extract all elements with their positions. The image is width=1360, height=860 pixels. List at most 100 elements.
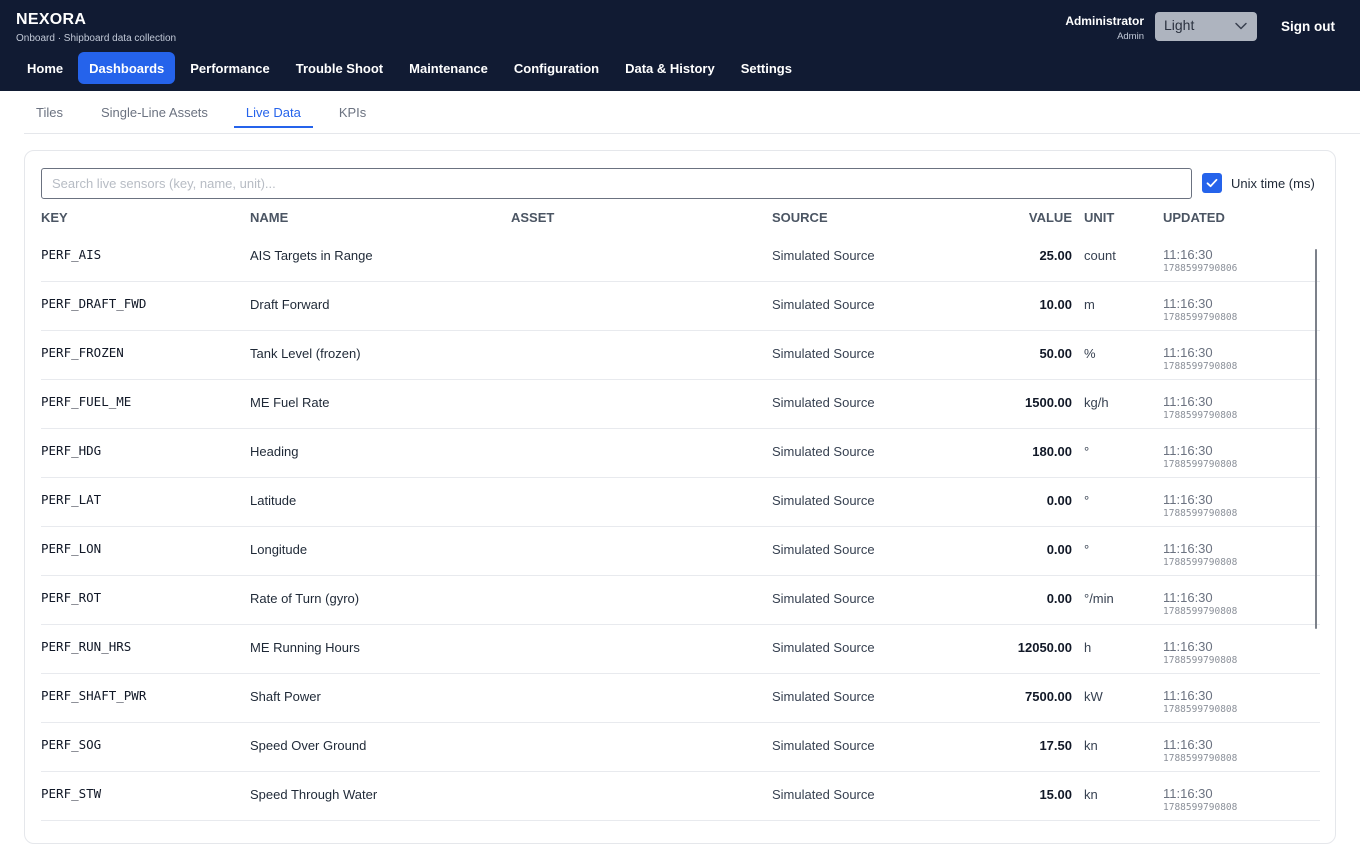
nav-item-data-history[interactable]: Data & History xyxy=(614,52,726,84)
theme-select[interactable]: Light xyxy=(1155,12,1257,41)
updated-unix-ms: 1788599790808 xyxy=(1163,361,1238,372)
tab-label: Single-Line Assets xyxy=(100,105,208,120)
sensor-key: PERF_ROT xyxy=(41,590,102,605)
brand: NEXORA Onboard · Shipboard data collecti… xyxy=(16,11,176,44)
sensor-value: 15.00 xyxy=(1039,787,1072,802)
sensor-key: PERF_SOG xyxy=(41,737,102,752)
updated-time: 11:16:30 xyxy=(1163,394,1213,409)
sensor-source: Simulated Source xyxy=(772,591,875,606)
sensor-key: PERF_FUEL_ME xyxy=(41,394,132,409)
table-row[interactable]: PERF_FUEL_ME ME Fuel Rate Simulated Source… xyxy=(41,380,1320,429)
main-nav: Home Dashboards Performance Trouble Shoot Ma… xyxy=(16,52,807,84)
tab-live-data[interactable]: Live Data xyxy=(233,91,313,128)
table-row[interactable]: PERF_LAT Latitude Simulated Source 0.00 ° 11:… xyxy=(41,478,1320,527)
nav-item-maintenance[interactable]: Maintenance xyxy=(398,52,499,84)
sensor-value: 1500.00 xyxy=(1025,395,1072,410)
sensor-source: Simulated Source xyxy=(772,248,875,263)
theme-select-value: Light xyxy=(1164,17,1195,33)
nav-item-configuration[interactable]: Configuration xyxy=(503,52,610,84)
sensor-updated: 11:16:30 1788599790808 xyxy=(1163,590,1237,617)
table-row[interactable]: PERF_RUN_HRS ME Running Hours Simulated So… xyxy=(41,625,1320,674)
table-row[interactable]: PERF_FROZEN Tank Level (frozen) Simulated … xyxy=(41,331,1320,380)
sensor-key: PERF_RUN_HRS xyxy=(41,639,132,654)
search-input[interactable] xyxy=(41,168,1192,199)
column-header-key[interactable]: KEY xyxy=(41,210,68,225)
column-header-asset[interactable]: ASSET xyxy=(511,210,554,225)
sensor-value: 0.00 xyxy=(1046,591,1072,606)
table-row[interactable]: PERF_STW Speed Through Water Simulated Sou… xyxy=(41,772,1320,821)
unix-time-checkbox[interactable] xyxy=(1202,173,1222,193)
tab-label: KPIs xyxy=(338,105,367,120)
table-row[interactable]: PERF_SHAFT_PWR Shaft Power Simulated Sourc… xyxy=(41,674,1320,723)
sensor-source: Simulated Source xyxy=(772,542,875,557)
unix-time-toggle[interactable]: Unix time (ms) xyxy=(1202,173,1315,193)
nav-item-home[interactable]: Home xyxy=(16,52,74,84)
sensor-value: 50.00 xyxy=(1039,346,1072,361)
table-row[interactable]: PERF_DRAFT_FWD Draft Forward Simulated Sou… xyxy=(41,282,1320,331)
app-subtitle: Onboard · Shipboard data collection xyxy=(16,33,177,44)
sensor-name: AIS Targets in Range xyxy=(250,248,373,263)
sensor-updated: 11:16:30 1788599790808 xyxy=(1163,443,1237,470)
sensor-name: Rate of Turn (gyro) xyxy=(250,591,360,606)
column-header-name[interactable]: NAME xyxy=(250,210,288,225)
sensor-unit: % xyxy=(1084,346,1096,361)
column-header-updated[interactable]: UPDATED xyxy=(1163,210,1225,225)
sensor-unit: ° xyxy=(1084,493,1090,508)
sensor-unit: kn xyxy=(1084,787,1098,802)
sensor-updated: 11:16:30 1788599790808 xyxy=(1163,639,1237,666)
sensor-name: Longitude xyxy=(250,542,308,557)
tab-kpis[interactable]: KPIs xyxy=(327,91,378,128)
sensor-name: Shaft Power xyxy=(250,689,321,704)
column-header-source[interactable]: SOURCE xyxy=(772,210,828,225)
table-row[interactable]: PERF_HDG Heading Simulated Source 180.00 ° 11… xyxy=(41,429,1320,478)
sensor-updated: 11:16:30 1788599790808 xyxy=(1163,688,1237,715)
updated-time: 11:16:30 xyxy=(1163,737,1213,752)
sensor-name: Tank Level (frozen) xyxy=(250,346,361,361)
nav-item-trouble-shoot[interactable]: Trouble Shoot xyxy=(285,52,394,84)
sensor-name: Heading xyxy=(250,444,299,459)
updated-unix-ms: 1788599790808 xyxy=(1163,508,1238,519)
sensor-updated: 11:16:30 1788599790808 xyxy=(1163,737,1237,764)
sensor-key: PERF_AIS xyxy=(41,247,102,262)
sensor-table-body: PERF_AIS AIS Targets in Range Simulated So… xyxy=(41,233,1320,821)
sensor-unit: count xyxy=(1084,248,1116,263)
updated-unix-ms: 1788599790808 xyxy=(1163,557,1238,568)
sensor-key: PERF_STW xyxy=(41,786,102,801)
sensor-updated: 11:16:30 1788599790808 xyxy=(1163,296,1237,323)
sensor-unit: ° xyxy=(1084,542,1090,557)
column-header-unit[interactable]: UNIT xyxy=(1084,210,1114,225)
updated-unix-ms: 1788599790808 xyxy=(1163,704,1238,715)
table-row[interactable]: PERF_SOG Speed Over Ground Simulated Sourc… xyxy=(41,723,1320,772)
unix-time-label: Unix time (ms) xyxy=(1231,175,1315,191)
nav-item-settings[interactable]: Settings xyxy=(730,52,803,84)
tab-single-line-assets[interactable]: Single-Line Assets xyxy=(89,91,220,128)
sensor-updated: 11:16:30 1788599790808 xyxy=(1163,492,1237,519)
table-row[interactable]: PERF_AIS AIS Targets in Range Simulated So… xyxy=(41,233,1320,282)
nav-item-dashboards[interactable]: Dashboards xyxy=(78,52,176,84)
sensor-updated: 11:16:30 1788599790806 xyxy=(1163,247,1237,274)
column-header-value[interactable]: VALUE xyxy=(1029,210,1072,225)
sensor-name: ME Fuel Rate xyxy=(250,395,330,410)
sensor-updated: 11:16:30 1788599790808 xyxy=(1163,786,1237,813)
sensor-updated: 11:16:30 1788599790808 xyxy=(1163,541,1237,568)
sensor-name: Latitude xyxy=(250,493,297,508)
user-role: Admin xyxy=(1117,31,1144,42)
tab-tiles[interactable]: Tiles xyxy=(24,91,75,128)
live-data-card: Unix time (ms) KEY NAME ASSET SOURCE VAL… xyxy=(24,150,1336,844)
sign-out-button[interactable]: Sign out xyxy=(1281,19,1335,34)
updated-time: 11:16:30 xyxy=(1163,492,1213,507)
table-row[interactable]: PERF_LON Longitude Simulated Source 0.00 ° 11… xyxy=(41,527,1320,576)
sensor-unit: °/min xyxy=(1084,591,1114,606)
sensor-updated: 11:16:30 1788599790808 xyxy=(1163,394,1237,421)
table-row[interactable]: PERF_ROT Rate of Turn (gyro) Simulated Sou… xyxy=(41,576,1320,625)
nav-item-performance[interactable]: Performance xyxy=(179,52,280,84)
sensor-source: Simulated Source xyxy=(772,346,875,361)
sensor-unit: h xyxy=(1084,640,1092,655)
tab-label: Tiles xyxy=(36,105,63,120)
user-name: Administrator xyxy=(1065,14,1144,28)
sensor-key: PERF_LAT xyxy=(41,492,102,507)
sensor-source: Simulated Source xyxy=(772,640,875,655)
sensor-unit: ° xyxy=(1084,444,1090,459)
scrollbar[interactable] xyxy=(1315,249,1317,629)
sensor-name: ME Running Hours xyxy=(250,640,360,655)
